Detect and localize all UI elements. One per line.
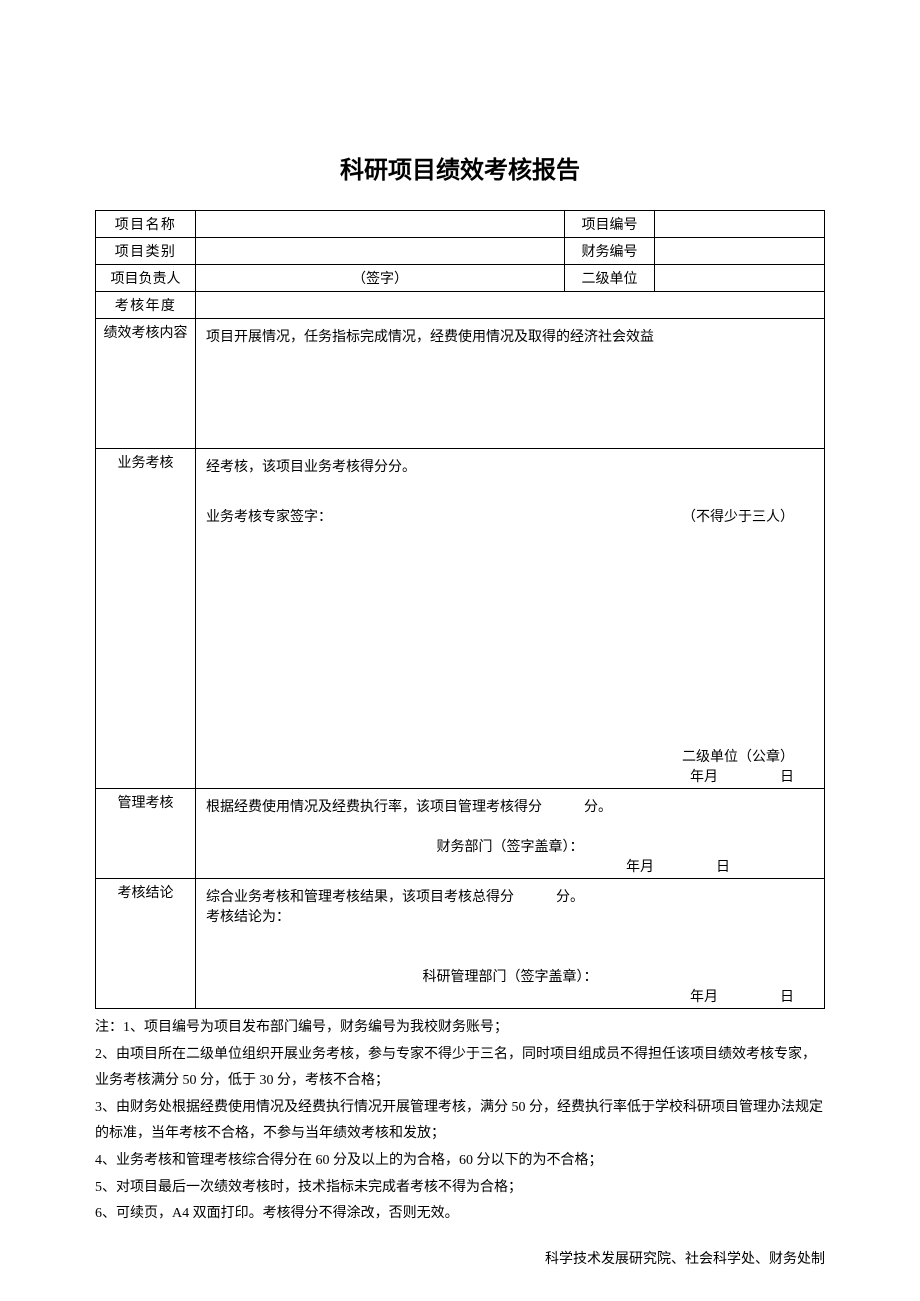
assess-content-text: 项目开展情况，任务指标完成情况，经费使用情况及取得的经济社会效益 [202, 322, 818, 350]
value-project-type [196, 238, 565, 265]
notes-block: 注：1、项目编号为项目发布部门编号，财务编号为我校财务账号； 2、由项目所在二级… [95, 1015, 825, 1228]
business-line1: 经考核，该项目业务考核得分分。 [206, 456, 814, 476]
mgmt-date: 年月 日 [202, 856, 830, 876]
label-unit: 二级单位 [565, 265, 655, 292]
note-3: 3、由财务处根据经费使用情况及经费执行情况开展管理考核，满分 50 分，经费执行… [95, 1095, 825, 1148]
value-year [196, 292, 825, 319]
conclusion-date: 年月 日 [690, 986, 794, 1006]
mgmt-date-d: 日 [716, 860, 730, 875]
note-1: 注：1、项目编号为项目发布部门编号，财务编号为我校财务账号； [95, 1015, 825, 1042]
value-project-name [196, 211, 565, 238]
business-stamp: 二级单位（公章） [682, 746, 794, 766]
note-4: 4、业务考核和管理考核综合得分在 60 分及以上的为合格，60 分以下的为不合格… [95, 1148, 825, 1175]
footer: 科学技术发展研究院、社会科学处、财务处制 [95, 1248, 825, 1268]
note-5: 5、对项目最后一次绩效考核时，技术指标未完成者考核不得为合格； [95, 1175, 825, 1202]
mgmt-line1: 根据经费使用情况及经费执行率，该项目管理考核得分 分。 [206, 796, 814, 816]
business-date-d: 日 [780, 770, 794, 785]
page-title: 科研项目绩效考核报告 [95, 150, 825, 185]
label-finance-no: 财务编号 [565, 238, 655, 265]
business-sign-note: （不得少于三人） [682, 506, 814, 526]
conclusion-line1: 综合业务考核和管理考核结果，该项目考核总得分 分。 [206, 886, 814, 906]
label-assess-content: 绩效考核内容 [96, 319, 196, 449]
business-sign-label: 业务考核专家签字： [206, 506, 332, 526]
label-project-type: 项目类别 [96, 238, 196, 265]
conclusion-date-ym: 年月 [690, 990, 718, 1005]
value-business-assess: 经考核，该项目业务考核得分分。 业务考核专家签字： （不得少于三人） 二级单位（… [196, 449, 825, 789]
value-assess-content: 项目开展情况，任务指标完成情况，经费使用情况及取得的经济社会效益 [196, 319, 825, 449]
report-table: 项目名称 项目编号 项目类别 财务编号 项目负责人 （签字） 二级单位 考核年度… [95, 210, 825, 1009]
label-mgmt-assess: 管理考核 [96, 789, 196, 879]
conclusion-date-d: 日 [780, 990, 794, 1005]
conclusion-line2: 考核结论为： [206, 906, 814, 926]
mgmt-line2: 财务部门（签字盖章）： [206, 836, 814, 856]
label-project-no: 项目编号 [565, 211, 655, 238]
note-2: 2、由项目所在二级单位组织开展业务考核，参与专家不得少于三名，同时项目组成员不得… [95, 1042, 825, 1095]
label-lead: 项目负责人 [96, 265, 196, 292]
label-conclusion: 考核结论 [96, 879, 196, 1009]
label-year: 考核年度 [96, 292, 196, 319]
value-conclusion: 综合业务考核和管理考核结果，该项目考核总得分 分。 考核结论为： 科研管理部门（… [196, 879, 825, 1009]
value-unit [655, 265, 825, 292]
conclusion-line3: 科研管理部门（签字盖章）： [206, 966, 814, 986]
business-date: 年月 日 [690, 766, 794, 786]
business-date-ym: 年月 [690, 770, 718, 785]
note-6: 6、可续页，A4 双面打印。考核得分不得涂改，否则无效。 [95, 1201, 825, 1228]
label-project-name: 项目名称 [96, 211, 196, 238]
value-lead: （签字） [196, 265, 565, 292]
label-business-assess: 业务考核 [96, 449, 196, 789]
value-finance-no [655, 238, 825, 265]
value-project-no [655, 211, 825, 238]
value-mgmt-assess: 根据经费使用情况及经费执行率，该项目管理考核得分 分。 财务部门（签字盖章）： … [196, 789, 825, 879]
mgmt-date-ym: 年月 [626, 860, 654, 875]
